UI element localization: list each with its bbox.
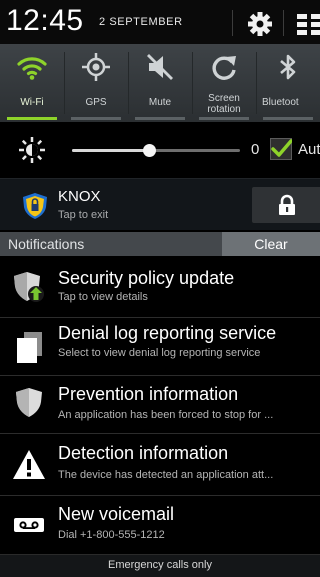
notification-item[interactable]: Security policy update Tap to view detai… [0,256,320,318]
notification-subtitle: The device has detected an application a… [58,469,274,481]
toggle-indicator [199,117,249,120]
toggle-label: Wi-Fi [20,97,44,108]
check-icon [271,139,292,157]
notification-title: Detection information [58,443,229,463]
toggle-indicator [135,117,185,120]
warning-icon [13,450,45,479]
toggle-bluetooth[interactable]: Bluetoot [256,44,320,122]
gps-icon [82,53,110,81]
clock: 12:45 [6,4,84,37]
carrier-status-text: Emergency calls only [108,559,212,571]
notification-title: New voicemail [58,504,175,524]
notifications-header: Notifications Clear [0,232,320,256]
toggle-indicator [263,117,313,120]
toggle-screen-rotation[interactable]: Screen rotation [192,44,256,122]
brightness-slider-fill [72,149,150,152]
knox-banner[interactable]: KNOX Tap to exit [0,178,320,230]
carrier-status-bar: Emergency calls only [0,554,320,577]
toggle-mute[interactable]: Mute [128,44,192,122]
toggle-label: Screen rotation [207,93,241,115]
toggle-label: GPS [85,97,107,108]
settings-icon[interactable] [244,8,276,40]
toggle-indicator [7,117,57,120]
notification-subtitle: An application has been forced to stop f… [58,409,274,421]
knox-title: KNOX [58,188,101,205]
shield-icon [16,388,42,417]
auto-brightness-label: Aut [298,141,320,158]
quick-settings-panel: Wi-Fi GPS Mute Screen rotation Bluetoot [0,44,320,122]
date: 2 SEPTEMBER [99,16,183,28]
documents-icon [17,332,42,363]
grid-icon[interactable] [293,8,320,40]
brightness-value: 0 [251,141,260,158]
toggle-label: Mute [148,97,172,108]
toggle-wifi[interactable]: Wi-Fi [0,44,64,122]
toggle-label: Bluetoot [262,97,299,108]
toggle-indicator [71,117,121,120]
clear-button[interactable]: Clear [222,232,320,256]
status-bar: 12:45 2 SEPTEMBER [0,0,320,44]
notification-title: Security policy update [58,268,235,288]
rotation-icon [212,56,236,80]
brightness-row: 0 Aut [0,122,320,178]
brightness-slider-thumb[interactable] [142,144,156,157]
notification-item[interactable]: Prevention information An application ha… [0,376,320,434]
notification-item[interactable]: New voicemail Dial +1-800-555-1212 [0,496,320,554]
notification-title: Prevention information [58,384,239,404]
notifications-label: Notifications [8,236,85,252]
divider [283,10,284,36]
lock-icon [279,194,295,215]
wifi-icon [17,57,47,80]
toggle-gps[interactable]: GPS [64,44,128,122]
notification-subtitle: Tap to view details [58,291,148,303]
brightness-icon [19,137,45,163]
knox-subtitle: Tap to exit [58,209,109,221]
notification-title: Denial log reporting service [58,323,277,343]
knox-shield-icon [23,193,47,219]
divider [232,10,233,36]
auto-brightness-checkbox[interactable] [270,138,292,160]
notification-item[interactable]: Denial log reporting service Select to v… [0,318,320,376]
voicemail-icon [14,518,44,532]
security-update-icon [14,272,44,302]
bluetooth-icon [280,54,296,80]
knox-lock-button[interactable] [252,187,320,223]
notification-subtitle: Dial +1-800-555-1212 [58,529,165,541]
mute-icon [147,54,173,80]
notification-subtitle: Select to view denial log reporting serv… [58,347,261,359]
notification-item[interactable]: Detection information The device has det… [0,434,320,496]
